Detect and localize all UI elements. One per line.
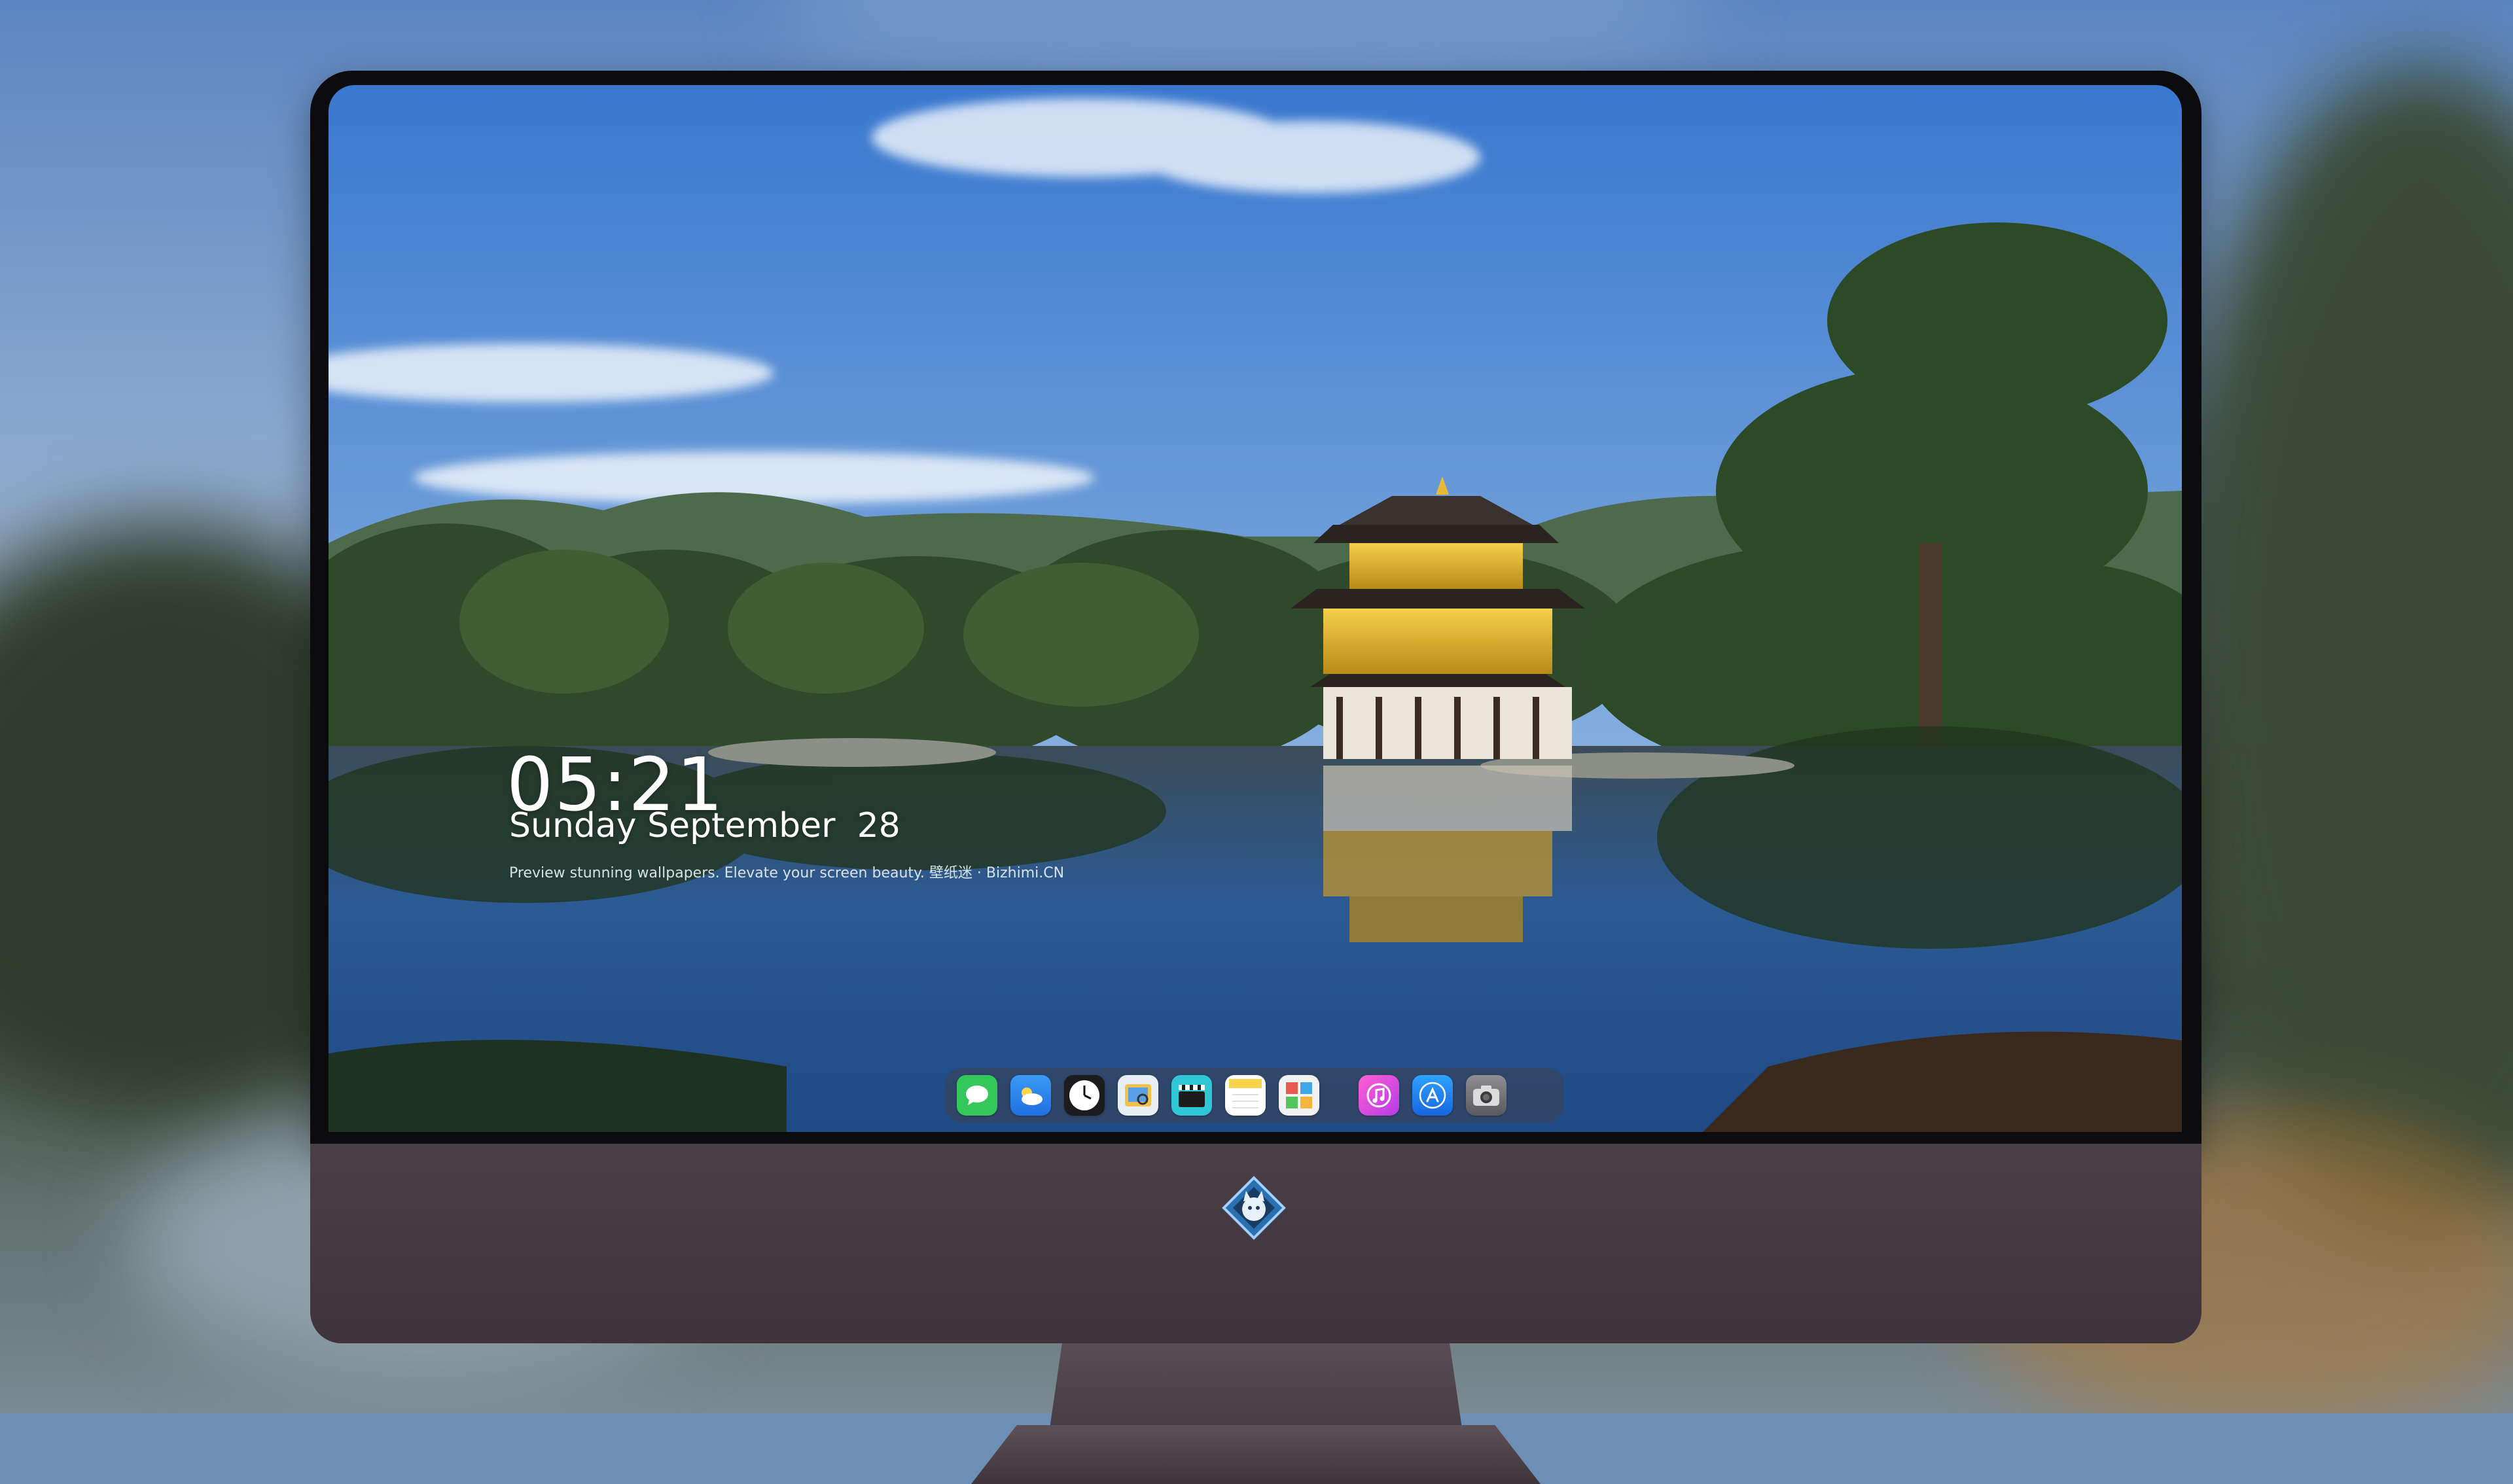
music-icon[interactable] xyxy=(1359,1075,1399,1116)
clock-icon[interactable] xyxy=(1064,1075,1105,1116)
weather-icon[interactable] xyxy=(1010,1075,1051,1116)
final-cut-icon[interactable] xyxy=(1171,1075,1212,1116)
photo-booth-icon[interactable] xyxy=(1279,1075,1319,1116)
fox-mascot-logo xyxy=(1222,1176,1286,1240)
notes-icon[interactable] xyxy=(1225,1075,1266,1116)
dock xyxy=(945,1068,1564,1123)
monitor-stand-base xyxy=(971,1425,1541,1484)
wallpaper xyxy=(329,85,2182,1132)
lock-screen-tagline: Preview stunning wallpapers. Elevate you… xyxy=(509,865,1065,881)
screen: 05:21 Sunday September 28 Preview stunni… xyxy=(329,85,2182,1132)
preview-icon[interactable] xyxy=(1118,1075,1158,1116)
messages-icon[interactable] xyxy=(957,1075,997,1116)
monitor-bezel: 05:21 Sunday September 28 Preview stunni… xyxy=(310,71,2201,1144)
app-store-icon[interactable] xyxy=(1412,1075,1453,1116)
monitor-chin xyxy=(310,1144,2201,1343)
monitor-stand-neck xyxy=(1050,1343,1462,1428)
camera-icon[interactable] xyxy=(1466,1075,1506,1116)
monitor: 05:21 Sunday September 28 Preview stunni… xyxy=(310,71,2201,1484)
lock-screen-date: Sunday September 28 xyxy=(509,806,900,845)
